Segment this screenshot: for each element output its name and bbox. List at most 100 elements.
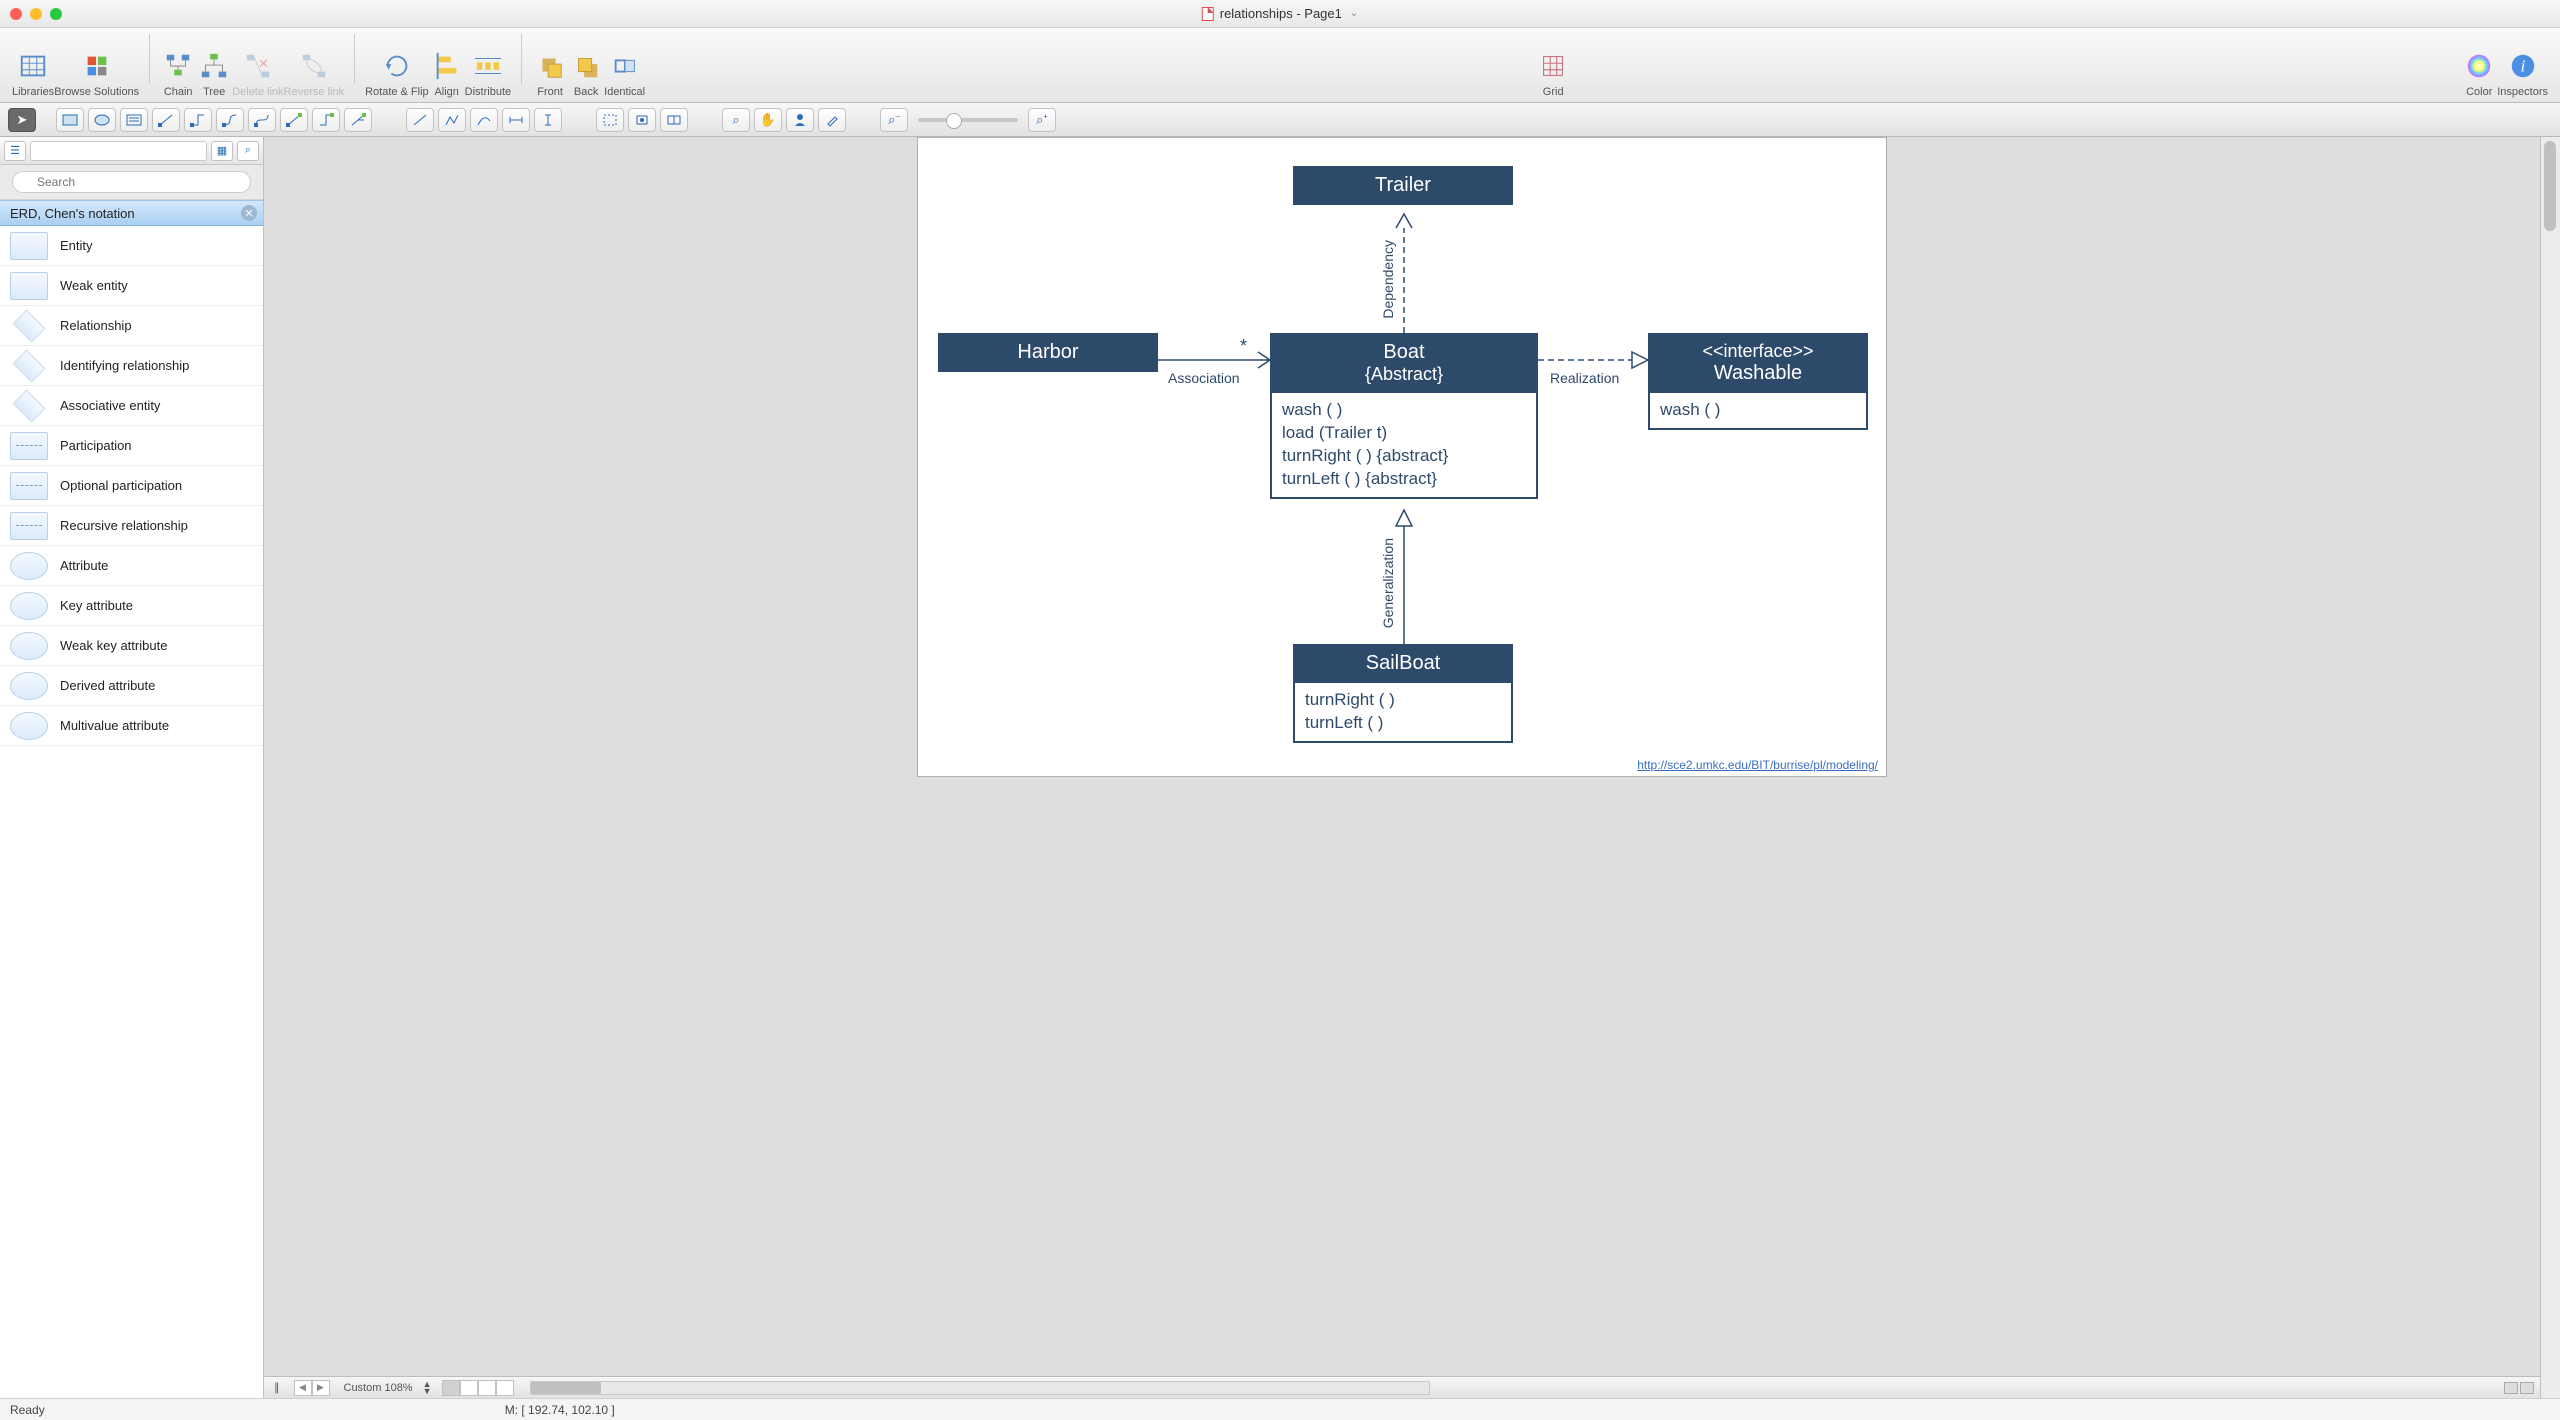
traffic-lights <box>10 8 62 20</box>
tab-3[interactable] <box>478 1380 496 1396</box>
zoom-tool[interactable]: ⌕ <box>722 108 750 132</box>
zoom-out-button[interactable]: ⌕⁻ <box>880 108 908 132</box>
sidebar: ☰ ▦ ⌕ ERD, Chen's notation ✕ EntityWeak … <box>0 137 264 1398</box>
connector-2[interactable] <box>184 108 212 132</box>
chain-button[interactable]: Chain <box>160 48 196 98</box>
zoom-stepper[interactable]: ▲▼ <box>423 1381 432 1395</box>
inspectors-button[interactable]: i Inspectors <box>2497 48 2548 98</box>
source-link[interactable]: http://sce2.umkc.edu/BIT/burrise/pl/mode… <box>1637 758 1878 772</box>
back-button[interactable]: Back <box>568 48 604 98</box>
close-panel-icon[interactable]: ✕ <box>241 205 257 221</box>
shape-item[interactable]: Identifying relationship <box>0 346 263 386</box>
window-titlebar: relationships - Page1 ⌄ <box>0 0 2560 28</box>
vertical-scrollbar[interactable] <box>2540 137 2560 1398</box>
star-label: * <box>1240 336 1247 357</box>
shape-item[interactable]: Optional participation <box>0 466 263 506</box>
shape-thumb-icon <box>10 272 48 300</box>
shape-item[interactable]: Attribute <box>0 546 263 586</box>
content-area: ☰ ▦ ⌕ ERD, Chen's notation ✕ EntityWeak … <box>0 137 2560 1398</box>
library-panel-title[interactable]: ERD, Chen's notation ✕ <box>0 200 263 226</box>
page-next[interactable]: ▶ <box>312 1380 330 1396</box>
library-filter-input[interactable] <box>30 141 207 161</box>
shape-thumb-icon <box>10 592 48 620</box>
class-boat[interactable]: Boat {Abstract} wash ( )load (Trailer t)… <box>1270 333 1538 499</box>
shape-thumb-icon <box>10 712 48 740</box>
shape-item[interactable]: Participation <box>0 426 263 466</box>
maximize-icon[interactable] <box>50 8 62 20</box>
list-view-icon[interactable]: ☰ <box>4 141 26 161</box>
libraries-button[interactable]: Libraries <box>12 48 54 98</box>
window-title[interactable]: relationships - Page1 ⌄ <box>1202 6 1359 21</box>
shape-item[interactable]: Derived attribute <box>0 666 263 706</box>
class-sailboat[interactable]: SailBoat turnRight ( )turnLeft ( ) <box>1293 644 1513 743</box>
line-tool[interactable] <box>406 108 434 132</box>
shape-label: Identifying relationship <box>60 358 189 373</box>
association-label: Association <box>1168 370 1240 386</box>
tab-1[interactable] <box>442 1380 460 1396</box>
view-mode-1[interactable] <box>2504 1382 2518 1394</box>
search-row <box>0 165 263 200</box>
connector-5[interactable] <box>280 108 308 132</box>
shape-label: Multivalue attribute <box>60 718 169 733</box>
connector-1[interactable] <box>152 108 180 132</box>
class-harbor[interactable]: Harbor <box>938 333 1158 372</box>
curve-tool[interactable] <box>470 108 498 132</box>
shape-item[interactable]: Recursive relationship <box>0 506 263 546</box>
text-tool[interactable] <box>120 108 148 132</box>
crop-tool[interactable] <box>596 108 624 132</box>
ellipse-tool[interactable] <box>88 108 116 132</box>
shape-item[interactable]: Entity <box>0 226 263 266</box>
shape-label: Relationship <box>60 318 132 333</box>
dimension-v-tool[interactable] <box>534 108 562 132</box>
search-input[interactable] <box>12 171 251 193</box>
connector-7[interactable] <box>344 108 372 132</box>
shape-item[interactable]: Weak entity <box>0 266 263 306</box>
front-button[interactable]: Front <box>532 48 568 98</box>
hand-tool[interactable]: ✋ <box>754 108 782 132</box>
interface-washable[interactable]: <<interface>> Washable wash ( ) <box>1648 333 1868 430</box>
shape-label: Weak key attribute <box>60 638 167 653</box>
align-button[interactable]: Align <box>429 48 465 98</box>
color-button[interactable]: Color <box>2461 48 2497 98</box>
horizontal-scrollbar[interactable] <box>530 1381 1430 1395</box>
shape-thumb-icon <box>10 232 48 260</box>
pause-icon[interactable]: ∥ <box>270 1381 284 1394</box>
shape-item[interactable]: Key attribute <box>0 586 263 626</box>
rect-tool[interactable] <box>56 108 84 132</box>
canvas-area: Trailer Harbor Boat {Abstract} wash ( )l… <box>264 137 2540 1398</box>
connector-3[interactable] <box>216 108 244 132</box>
connector-4[interactable] <box>248 108 276 132</box>
grid-view-icon[interactable]: ▦ <box>211 141 233 161</box>
snap-tool[interactable] <box>628 108 656 132</box>
group-tool[interactable] <box>660 108 688 132</box>
tab-2[interactable] <box>460 1380 478 1396</box>
rotate-flip-button[interactable]: Rotate & Flip <box>365 48 429 98</box>
dimension-h-tool[interactable] <box>502 108 530 132</box>
zoom-slider[interactable] <box>918 118 1018 122</box>
canvas-scroll[interactable]: Trailer Harbor Boat {Abstract} wash ( )l… <box>264 137 2540 1376</box>
class-trailer[interactable]: Trailer <box>1293 166 1513 205</box>
eyedropper-tool[interactable] <box>818 108 846 132</box>
grid-button[interactable]: Grid <box>1535 48 1571 98</box>
minimize-icon[interactable] <box>30 8 42 20</box>
browse-solutions-button[interactable]: Browse Solutions <box>54 48 139 98</box>
tree-button[interactable]: Tree <box>196 48 232 98</box>
close-icon[interactable] <box>10 8 22 20</box>
distribute-button[interactable]: Distribute <box>465 48 511 98</box>
pointer-tool[interactable]: ➤ <box>8 108 36 132</box>
zoom-label[interactable]: Custom 108% <box>344 1382 413 1394</box>
page-prev[interactable]: ◀ <box>294 1380 312 1396</box>
connector-6[interactable] <box>312 108 340 132</box>
tab-4[interactable] <box>496 1380 514 1396</box>
person-tool[interactable] <box>786 108 814 132</box>
search-tab-icon[interactable]: ⌕ <box>237 141 259 161</box>
zoom-in-button[interactable]: ⌕⁺ <box>1028 108 1056 132</box>
shape-item[interactable]: Relationship <box>0 306 263 346</box>
canvas-page[interactable]: Trailer Harbor Boat {Abstract} wash ( )l… <box>917 137 1887 777</box>
identical-button[interactable]: Identical <box>604 48 645 98</box>
view-mode-2[interactable] <box>2520 1382 2534 1394</box>
shape-item[interactable]: Weak key attribute <box>0 626 263 666</box>
shape-item[interactable]: Associative entity <box>0 386 263 426</box>
shape-item[interactable]: Multivalue attribute <box>0 706 263 746</box>
polyline-tool[interactable] <box>438 108 466 132</box>
